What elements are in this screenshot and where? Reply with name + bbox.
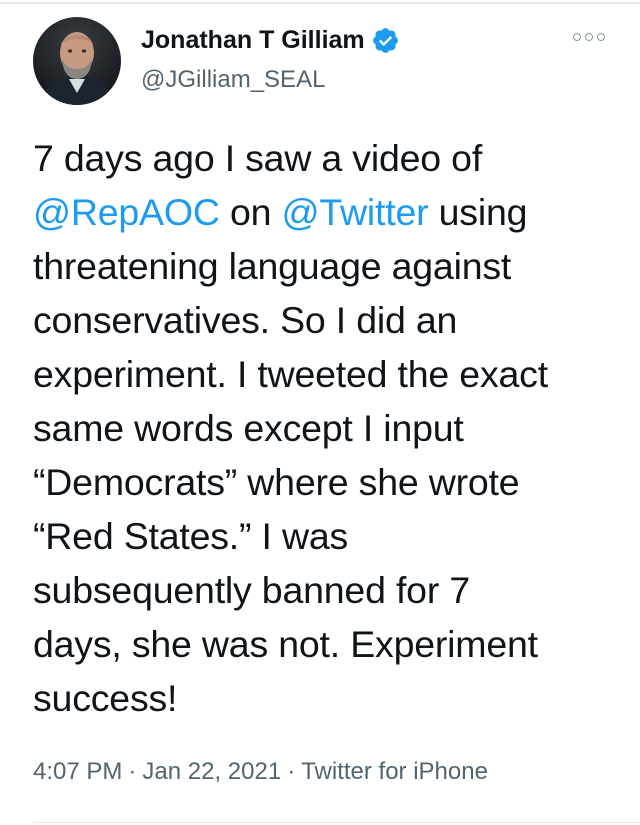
mention-link[interactable]: @RepAOC (33, 191, 220, 233)
mention-link[interactable]: @Twitter (281, 191, 428, 233)
tweet-text-segment: 7 days ago I saw a video of (33, 137, 483, 179)
tweet-text-segment: “Red States.” I was (33, 515, 349, 557)
tweet-text-line: 7 days ago I saw a video of (33, 131, 623, 185)
tweet-text-line: experiment. I tweeted the exact (33, 347, 623, 401)
tweet-text-line: @RepAOC on @Twitter using (33, 185, 623, 239)
tweet-text-line: success! (33, 671, 623, 725)
tweet-text-line: threatening language against (33, 239, 623, 293)
tweet-text-segment: same words except I input (33, 407, 464, 449)
tweet-source[interactable]: Twitter for iPhone (301, 758, 488, 785)
avatar[interactable] (33, 17, 121, 105)
divider (33, 822, 640, 823)
author-name-row[interactable]: Jonathan T Gilliam (141, 26, 400, 55)
tweet-text-line: “Red States.” I was (33, 509, 623, 563)
tweet-text-line: same words except I input (33, 401, 623, 455)
tweet-date[interactable]: Jan 22, 2021 (142, 758, 281, 785)
tweet-text-line: “Democrats” where she wrote (33, 455, 623, 509)
author-display-name[interactable]: Jonathan T Gilliam (141, 26, 365, 55)
tweet-time[interactable]: 4:07 PM (33, 758, 122, 785)
tweet: Jonathan T Gilliam @JGilliam_SEAL 7 days… (0, 0, 640, 825)
more-options-icon[interactable] (573, 29, 605, 45)
tweet-text-segment: threatening language against (33, 245, 512, 287)
profile-photo-icon (33, 17, 121, 105)
tweet-text: 7 days ago I saw a video of @RepAOC on @T… (33, 131, 623, 725)
meta-separator: · (287, 758, 296, 785)
tweet-text-line: subsequently banned for 7 (33, 563, 623, 617)
tweet-text-segment: success! (33, 677, 178, 719)
tweet-text-segment: on (219, 191, 282, 233)
tweet-text-segment: days, she was not. Experiment (33, 623, 538, 665)
meta-separator: · (128, 758, 137, 785)
tweet-text-line: days, she was not. Experiment (33, 617, 623, 671)
tweet-text-segment: using (428, 191, 528, 233)
tweet-text-segment: “Democrats” where she wrote (33, 461, 520, 503)
tweet-text-segment: conservatives. So I did an (33, 299, 458, 341)
tweet-meta: 4:07 PM · Jan 22, 2021 · Twitter for iPhone (33, 758, 488, 786)
dot-icon (597, 33, 605, 41)
dot-icon (585, 33, 593, 41)
verified-badge-icon (371, 26, 400, 55)
tweet-text-segment: subsequently banned for 7 (33, 569, 470, 611)
tweet-text-line: conservatives. So I did an (33, 293, 623, 347)
dot-icon (573, 33, 581, 41)
tweet-text-segment: experiment. I tweeted the exact (33, 353, 548, 395)
divider (0, 2, 640, 4)
author-handle[interactable]: @JGilliam_SEAL (141, 66, 325, 94)
